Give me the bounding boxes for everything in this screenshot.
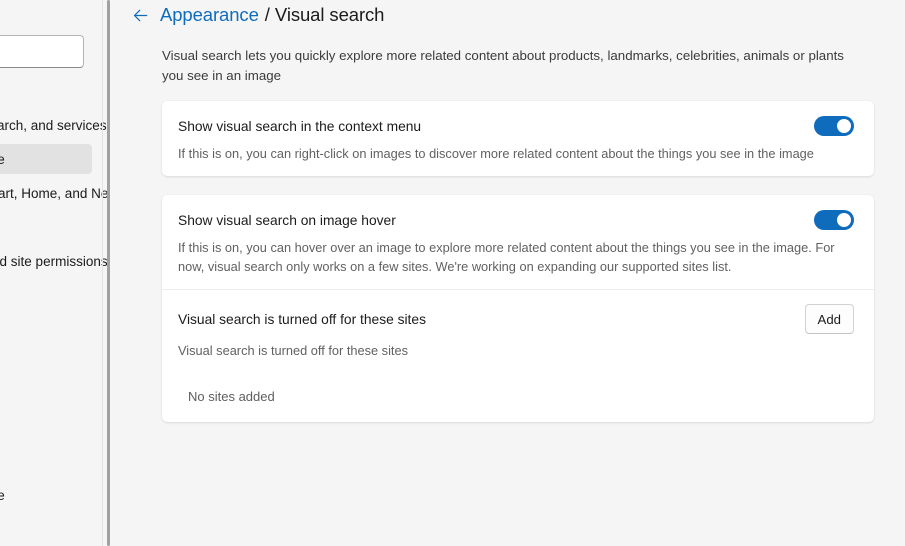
sidebar-spacer bbox=[0, 280, 92, 380]
sidebar-item-appearance-selected[interactable]: Appearance bbox=[0, 144, 92, 174]
toggle-show-visual-search-image-hover[interactable] bbox=[814, 210, 854, 230]
add-site-button[interactable]: Add bbox=[805, 304, 854, 334]
sidebar-spacer bbox=[0, 514, 92, 546]
sidebar-scrollbar[interactable] bbox=[107, 0, 110, 546]
breadcrumb-parent-link[interactable]: Appearance bbox=[160, 4, 259, 26]
sidebar-spacer bbox=[0, 212, 92, 246]
blocked-sites-title: Visual search is turned off for these si… bbox=[178, 312, 426, 327]
setting-image-hover: Show visual search on image hover If thi… bbox=[162, 195, 874, 289]
setting-title: Show visual search in the context menu bbox=[178, 119, 421, 134]
page-description: Visual search lets you quickly explore m… bbox=[162, 46, 862, 86]
sidebar-item-label: Appearance bbox=[0, 488, 5, 503]
setting-blocked-sites: Visual search is turned off for these si… bbox=[162, 290, 874, 373]
settings-sidebar: Privacy, search, and services Appearance… bbox=[0, 0, 108, 546]
toggle-knob bbox=[837, 119, 851, 133]
main-content: Appearance / Visual search Visual search… bbox=[111, 0, 905, 546]
sidebar-item-privacy-search-services[interactable]: Privacy, search, and services bbox=[0, 110, 92, 140]
sidebar-divider bbox=[102, 0, 103, 546]
toggle-knob bbox=[837, 213, 851, 227]
sidebar-item-label: Privacy, search, and services bbox=[0, 118, 107, 133]
setting-header-row: Show visual search on image hover bbox=[178, 209, 854, 231]
setting-title: Show visual search on image hover bbox=[178, 213, 396, 228]
settings-page: Privacy, search, and services Appearance… bbox=[0, 0, 905, 546]
setting-header-row: Show visual search in the context menu bbox=[178, 115, 854, 137]
sidebar-item-label: Cookies and site permissions bbox=[0, 254, 108, 269]
setting-description: If this is on, you can right-click on im… bbox=[178, 144, 844, 163]
setting-header-row: Visual search is turned off for these si… bbox=[178, 304, 854, 334]
setting-description: If this is on, you can hover over an ima… bbox=[178, 238, 844, 276]
back-arrow-icon[interactable] bbox=[129, 4, 151, 26]
sidebar-item-sidebar-start-home-newtabs[interactable]: Sidebar, Start, Home, and New tabs bbox=[0, 178, 92, 208]
toggle-show-visual-search-context-menu[interactable] bbox=[814, 116, 854, 136]
setting-context-menu: Show visual search in the context menu I… bbox=[162, 101, 874, 176]
settings-cards: Show visual search in the context menu I… bbox=[162, 101, 874, 441]
blocked-sites-empty-state: No sites added bbox=[162, 373, 874, 422]
blocked-sites-description: Visual search is turned off for these si… bbox=[178, 341, 844, 360]
breadcrumb: Appearance / Visual search bbox=[129, 0, 384, 30]
sidebar-item-label: Appearance bbox=[0, 152, 5, 167]
breadcrumb-current: Visual search bbox=[275, 4, 384, 26]
sidebar-nav-list: Privacy, search, and services Appearance… bbox=[0, 110, 92, 546]
sidebar-search-input[interactable] bbox=[0, 35, 84, 68]
sidebar-item-cookies-site-permissions[interactable]: Cookies and site permissions bbox=[0, 246, 92, 276]
breadcrumb-separator: / bbox=[265, 4, 270, 26]
sidebar-item-appearance[interactable]: Appearance bbox=[0, 480, 92, 510]
sidebar-item-label: Sidebar, Start, Home, and New tabs bbox=[0, 186, 108, 201]
card-image-hover: Show visual search on image hover If thi… bbox=[162, 195, 874, 422]
sidebar-spacer bbox=[0, 380, 92, 480]
card-context-menu: Show visual search in the context menu I… bbox=[162, 101, 874, 176]
